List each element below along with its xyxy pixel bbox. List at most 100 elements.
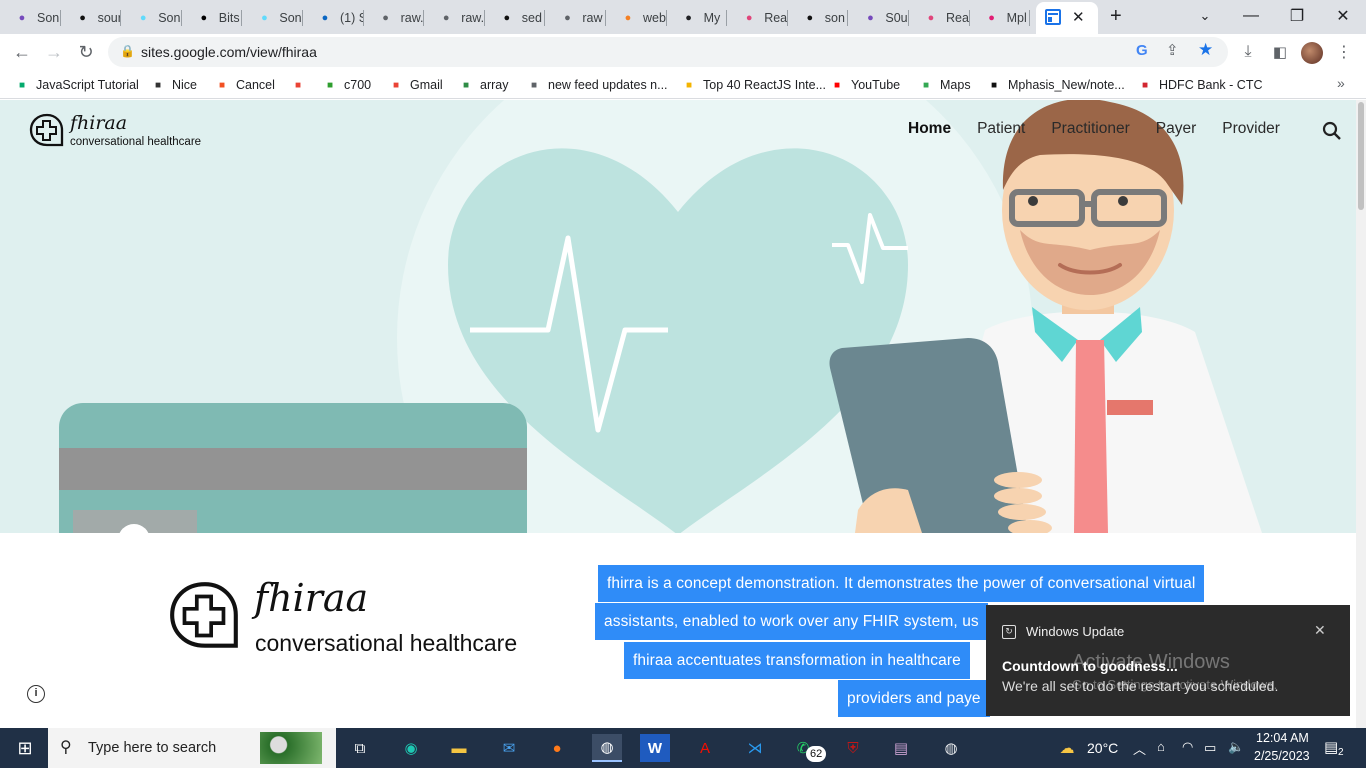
browser-tab[interactable]: ● (1) S (303, 4, 364, 32)
browser-tab[interactable]: ● raw. (364, 4, 425, 32)
volume-icon[interactable]: 🔈 (1228, 739, 1244, 755)
mcafee-icon[interactable]: ⛨ (838, 734, 868, 762)
browser-tab[interactable]: ● Son (0, 4, 61, 32)
address-bar[interactable]: 🔒 sites.google.com/view/fhiraa G ⇪ ★ (108, 37, 1228, 67)
browser-tab[interactable]: ● Son (121, 4, 182, 32)
search-icon[interactable] (1322, 121, 1342, 141)
bookmark-item[interactable]: ■ Nice (150, 76, 197, 94)
file-explorer-icon[interactable]: ▬ (444, 734, 474, 762)
windows-update-icon: ↻ (1002, 625, 1016, 639)
browser-tab[interactable]: ● web (606, 4, 667, 32)
mail-icon[interactable]: ✉ (494, 734, 524, 762)
browser-tab[interactable]: ● S0u (848, 4, 909, 32)
back-button[interactable]: ← (9, 39, 35, 65)
nav-practitioner[interactable]: Practitioner (1051, 120, 1129, 138)
chrome-icon[interactable]: ◍ (592, 734, 622, 762)
notification-count: 2 (1337, 747, 1345, 758)
google-icon[interactable]: G (1136, 42, 1148, 59)
browser-tab[interactable]: ● Son (242, 4, 303, 32)
edge-icon[interactable]: ◉ (396, 734, 426, 762)
restore-button[interactable]: ❐ (1274, 0, 1320, 32)
word-icon[interactable]: W (640, 734, 670, 762)
weather-icon[interactable]: ☁ (1052, 734, 1082, 762)
chrome-profile-icon[interactable]: ◍ (936, 734, 966, 762)
archive-icon[interactable]: ▤ (886, 734, 916, 762)
bookmark-item[interactable]: ■ c700 (322, 76, 371, 94)
bookmark-item[interactable]: ■ array (458, 76, 509, 94)
tray-meet-icon[interactable]: ⌂ (1157, 739, 1165, 754)
taskbar-search-box[interactable]: ⚲ Type here to search (48, 728, 336, 768)
bookmark-label: Maps (940, 78, 971, 92)
fhiraa-logo-icon[interactable] (28, 112, 66, 150)
nav-payer[interactable]: Payer (1156, 120, 1197, 138)
toast-close-icon[interactable]: ✕ (1314, 622, 1326, 639)
bookmark-item[interactable]: ■ Top 40 ReactJS Inte... (681, 76, 826, 94)
browser-tab[interactable]: ● raw (545, 4, 606, 32)
browser-tab[interactable]: ● sed (485, 4, 546, 32)
temperature-text[interactable]: 20°C (1087, 740, 1118, 756)
bookmark-item[interactable]: ■ HDFC Bank - CTC (1137, 76, 1263, 94)
tray-chevron-icon[interactable]: ︿ (1133, 739, 1146, 758)
info-icon[interactable]: i (27, 685, 45, 703)
bookmark-label: c700 (344, 78, 372, 92)
bookmark-item[interactable]: ■ JavaScript Tutorial (14, 76, 139, 94)
close-tab-icon[interactable]: ✕ (1072, 8, 1085, 26)
nav-home[interactable]: Home (908, 120, 951, 138)
tab-label: Rea (764, 11, 788, 25)
bookmark-item[interactable]: ■ Gmail (388, 76, 443, 94)
scrollbar-thumb[interactable] (1358, 102, 1364, 210)
tab-search-icon[interactable]: ⌄ (1182, 0, 1228, 32)
browser-tab[interactable]: ● Mpl (970, 4, 1031, 32)
page-scrollbar[interactable] (1356, 100, 1366, 728)
wifi-icon[interactable]: ◠ (1182, 739, 1193, 755)
nav-patient[interactable]: Patient (977, 120, 1025, 138)
site-logo-title[interactable]: fhiraa (70, 112, 127, 134)
download-icon[interactable]: ⤓ (1235, 39, 1261, 65)
forward-button[interactable]: → (41, 39, 67, 65)
bookmark-item[interactable]: ■ Maps (918, 76, 971, 94)
clock-date[interactable]: 2/25/2023 (1254, 749, 1310, 763)
share-icon[interactable]: ⇪ (1166, 41, 1179, 59)
profile-avatar[interactable] (1301, 42, 1323, 64)
bookmark-label: YouTube (851, 78, 901, 92)
menu-icon[interactable]: ⋮ (1331, 39, 1357, 65)
browser-tab[interactable]: ● raw. (424, 4, 485, 32)
task-view-icon[interactable]: ⧉ (345, 734, 375, 762)
bookmark-item[interactable]: ■ new feed updates n... (526, 76, 668, 94)
browser-tab[interactable]: ● Bits (182, 4, 243, 32)
url-text[interactable]: sites.google.com/view/fhiraa (141, 44, 317, 60)
vscode-icon[interactable]: ⋊ (740, 734, 770, 762)
acrobat-icon[interactable]: A (690, 734, 720, 762)
new-tab-button[interactable]: + (1110, 5, 1122, 28)
browser-tab[interactable]: ● son (788, 4, 849, 32)
tab-label: My (703, 11, 721, 25)
tab-label: S0u (885, 11, 908, 25)
clock-time[interactable]: 12:04 AM (1256, 731, 1309, 745)
browser-tab[interactable]: ● My (667, 4, 728, 32)
gfg-icon: ■ (462, 79, 470, 91)
battery-icon[interactable]: ▭ (1204, 740, 1216, 756)
minimize-button[interactable]: — (1228, 0, 1274, 32)
windows-start-icon[interactable]: ⊞ (10, 734, 40, 762)
browser-tab[interactable]: ● sour (61, 4, 122, 32)
browser-tab[interactable]: ● Rea (727, 4, 788, 32)
reload-button[interactable]: ↻ (73, 39, 99, 65)
browser-tab[interactable]: ● Rea (909, 4, 970, 32)
tab-active[interactable]: ✕ (1036, 2, 1098, 34)
bookmark-item[interactable]: ■ Mphasis_New/note... (986, 76, 1125, 94)
bookmark-star-icon[interactable]: ★ (1198, 40, 1213, 60)
bookmark-item[interactable]: ■ YouTube (829, 76, 900, 94)
side-panel-icon[interactable]: ◧ (1267, 39, 1293, 65)
bookmark-item[interactable]: ■ (290, 76, 312, 94)
nav-provider[interactable]: Provider (1222, 120, 1280, 138)
close-window-button[interactable]: ✕ (1320, 0, 1366, 32)
activate-windows-hint: Go to Settings to activate Windows. (1072, 677, 1278, 692)
firefox-icon[interactable]: ● (542, 734, 572, 762)
bookmark-item[interactable]: ■ Cancel (214, 76, 275, 94)
windows-update-toast[interactable]: ↻ Windows Update ✕ Countdown to goodness… (986, 605, 1350, 716)
lock-icon: 🔒 (120, 44, 135, 58)
react-icon: ● (927, 12, 935, 24)
google-sites-icon (1045, 9, 1061, 25)
more-bookmarks-icon[interactable]: » (1337, 75, 1345, 91)
site-logo-subtitle[interactable]: conversational healthcare (70, 136, 201, 148)
